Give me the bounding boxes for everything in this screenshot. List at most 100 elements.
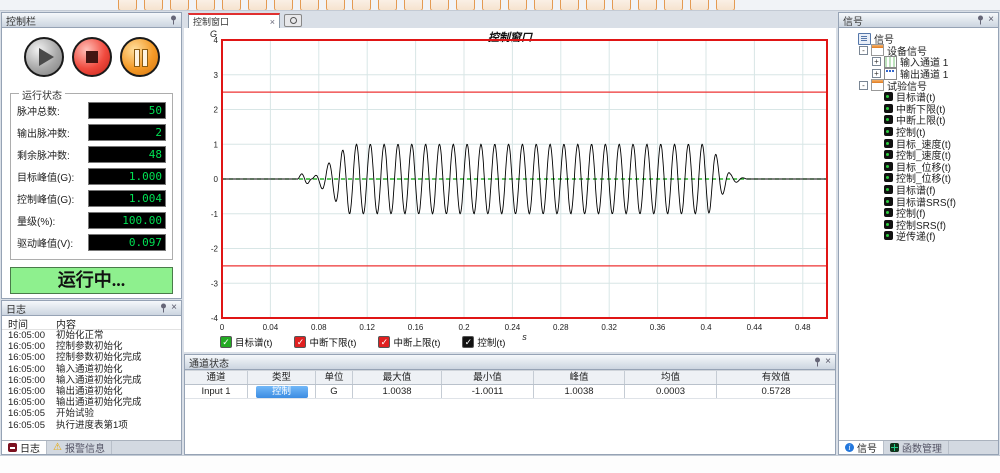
toolbar-icon[interactable] [352,0,371,11]
status-band [0,455,1000,473]
pause-button[interactable] [120,37,160,77]
log-row: 16:05:00 输出通道初始化完成 [2,397,181,408]
close-icon[interactable]: × [171,303,177,313]
legend-checkbox[interactable] [462,336,474,348]
toolbar-icon[interactable] [586,0,605,11]
cell-rms: 0.5728 [717,385,835,398]
tree-item[interactable]: 逆传递(f) [843,230,998,242]
toolbar-icon[interactable] [456,0,475,11]
type-chip: 控制 [256,386,308,398]
signal-waveform-icon [884,104,893,113]
bottom-tab[interactable]: 信号 [839,441,884,454]
legend-item: 目标谱(t) [220,335,272,349]
toolbar-icon[interactable] [326,0,345,11]
signal-panel-header: 信号 × [839,13,998,28]
legend-checkbox[interactable] [294,336,306,348]
toolbar-icon[interactable] [274,0,293,11]
tree-indent [843,212,869,213]
play-button[interactable] [24,37,64,77]
camera-icon[interactable] [284,14,302,27]
stop-button[interactable] [72,37,112,77]
bottom-tab[interactable]: 报警信息 [47,441,112,454]
toolbar-icon[interactable] [482,0,501,11]
log-time: 16:05:05 [8,420,56,431]
svg-text:0.28: 0.28 [553,323,569,332]
test-signals-icon [871,79,884,91]
col-max: 最大值 [353,371,442,384]
device-signals-icon [871,44,884,56]
signal-waveform-icon [884,220,893,229]
svg-text:0.24: 0.24 [505,323,521,332]
log-panel-title: 日志 [6,301,156,316]
toolbar-icon[interactable] [612,0,631,11]
log-time: 16:05:00 [8,364,56,375]
status-field-row: 目标峰值(G): 1.000 [17,168,166,184]
log-row: 16:05:00 初始化正常 [2,330,181,341]
toolbar-icon[interactable] [664,0,683,11]
log-time: 16:05:00 [8,352,56,363]
svg-text:G: G [210,29,217,39]
status-field-value: 1.000 [88,168,166,185]
log-content: 执行进度表第1项 [56,420,128,431]
col-channel: 通道 [185,371,248,384]
col-rms: 有效值 [717,371,835,384]
log-time: 16:05:00 [8,375,56,386]
log-row: 16:05:00 输入通道初始化 [2,364,181,375]
toolbar-icon[interactable] [118,0,137,11]
toolbar-icon[interactable] [508,0,527,11]
tree-indent [843,201,869,202]
tree-expander[interactable]: - [859,46,868,55]
chart-legend: 目标谱(t) 中断下限(t) 中断上限(t) 控制(t) [220,335,505,349]
pin-icon[interactable] [977,15,984,25]
toolbar-icon[interactable] [248,0,267,11]
log-time: 16:05:05 [8,408,56,419]
toolbar-icon[interactable] [430,0,449,11]
legend-item: 中断下限(t) [294,335,356,349]
status-field-row: 剩余脉冲数: 48 [17,146,166,162]
close-icon[interactable]: × [988,15,994,25]
svg-text:0.4: 0.4 [700,323,712,332]
chart-plot[interactable]: 00.040.080.120.160.20.240.280.320.360.40… [184,28,836,352]
toolbar-icon[interactable] [638,0,657,11]
toolbar-icon[interactable] [196,0,215,11]
run-status-fields: 脉冲总数: 50 输出脉冲数: 2 剩余脉冲数: 48 目标峰值(G): 1.0… [17,102,166,250]
pin-icon[interactable] [170,15,177,25]
svg-text:s: s [522,332,527,342]
info-icon [845,443,854,452]
document-tabstrip: 控制窗口 × [184,12,836,28]
toolbar-icon[interactable] [300,0,319,11]
legend-label: 目标谱(t) [235,335,272,349]
toolbar-icon[interactable] [404,0,423,11]
tree-expander[interactable]: - [859,81,868,90]
svg-text:0.08: 0.08 [311,323,327,332]
tree-indent [843,85,856,86]
toolbar-icon[interactable] [690,0,709,11]
toolbar-icon[interactable] [560,0,579,11]
toolbar-icon[interactable] [144,0,163,11]
tree-expander[interactable]: + [872,57,881,66]
pin-icon[interactable] [814,357,821,367]
toolbar-icon[interactable] [716,0,735,11]
legend-checkbox[interactable] [378,336,390,348]
close-icon[interactable]: × [270,17,275,27]
channel-table: 通道 类型 单位 最大值 最小值 峰值 均值 有效值 Input 1 控制 G … [185,370,835,399]
channel-table-row[interactable]: Input 1 控制 G 1.0038 -1.0011 1.0038 0.000… [185,385,835,399]
log-content: 输入通道初始化 [56,364,123,375]
signal-waveform-icon [884,139,893,148]
legend-checkbox[interactable] [220,336,232,348]
toolbar-icon[interactable] [378,0,397,11]
channel-table-header: 通道 类型 单位 最大值 最小值 峰值 均值 有效值 [185,371,835,385]
tab-control-window[interactable]: 控制窗口 × [188,13,280,28]
toolbar-icon[interactable] [170,0,189,11]
status-field-label: 控制峰值(G): [17,191,74,206]
tree-expander[interactable]: + [872,69,881,78]
log-panel-header: 日志 × [2,301,181,316]
bottom-tab[interactable]: 日志 [2,441,47,454]
status-field-value: 100.00 [88,212,166,229]
pin-icon[interactable] [160,303,167,313]
toolbar-icon[interactable] [534,0,553,11]
toolbar-icon[interactable] [222,0,241,11]
tree-indent [843,131,869,132]
close-icon[interactable]: × [825,357,831,367]
bottom-tab[interactable]: 函数管理 [884,441,949,454]
